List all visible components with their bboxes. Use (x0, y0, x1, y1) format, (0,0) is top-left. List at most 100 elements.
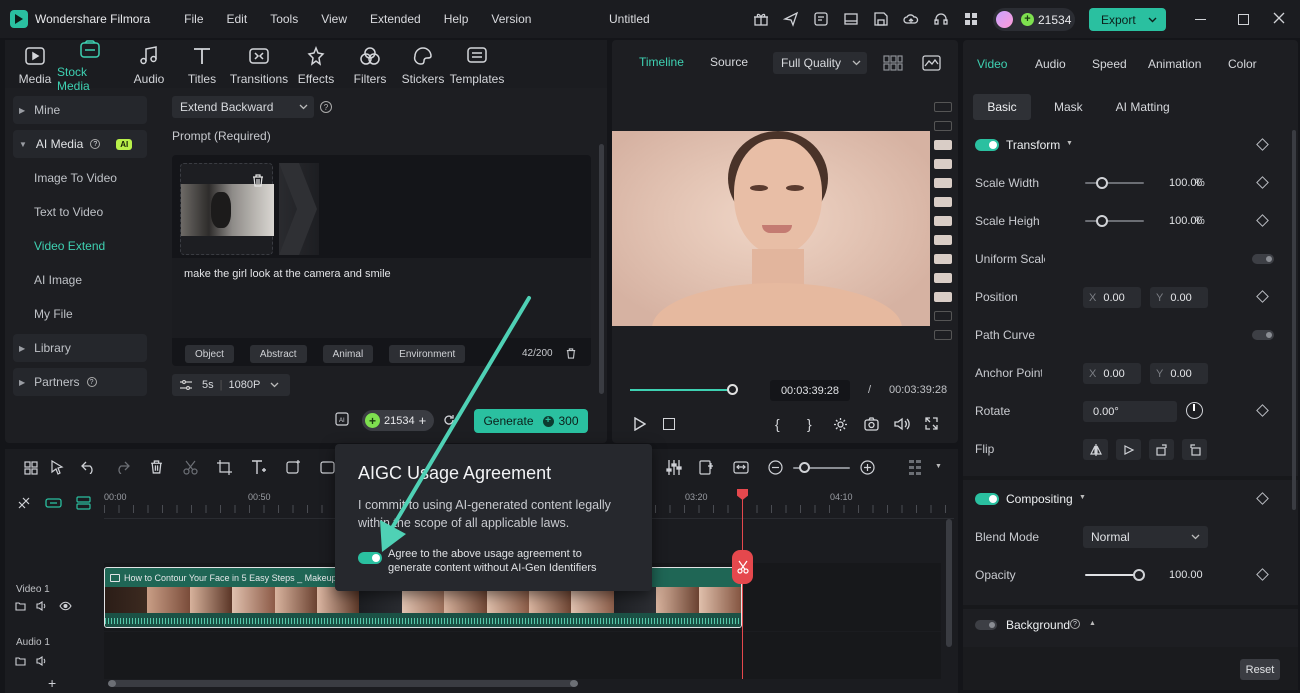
eye-icon[interactable] (59, 601, 72, 611)
clear-prompt-icon[interactable] (566, 348, 576, 359)
scale-height-slider[interactable] (1085, 215, 1144, 227)
subtab-basic[interactable]: Basic (973, 94, 1031, 120)
scissors-icon[interactable] (183, 460, 198, 475)
keyframe-diamond-icon[interactable] (1256, 492, 1269, 505)
position-x-field[interactable]: X 0.00 (1083, 287, 1141, 308)
close-icon[interactable] (1273, 12, 1285, 24)
menu-view[interactable]: View (321, 12, 347, 26)
anchor-x-field[interactable]: X 0.00 (1083, 363, 1141, 384)
tab-speed[interactable]: Speed (1092, 57, 1131, 71)
slider-knob[interactable] (1096, 215, 1108, 227)
source-video-thumbnail[interactable] (180, 163, 274, 255)
maximize-icon[interactable] (1238, 14, 1249, 25)
redo-icon[interactable] (115, 461, 130, 474)
sidebar-item-mine[interactable]: ▶ Mine (13, 96, 147, 124)
zoom-out-icon[interactable] (768, 460, 783, 475)
template-icon[interactable] (812, 10, 830, 28)
tab-source[interactable]: Source (710, 55, 748, 69)
play-icon[interactable] (633, 417, 646, 431)
save-icon[interactable] (872, 10, 890, 28)
volume-icon[interactable] (36, 656, 48, 666)
snap-icon[interactable] (17, 496, 31, 510)
flip-vertical-icon[interactable] (1116, 439, 1141, 460)
current-time[interactable]: 00:03:39:28 (770, 380, 850, 401)
subtab-ai-matting[interactable]: AI Matting (1116, 100, 1170, 114)
multi-select-icon[interactable] (24, 461, 38, 475)
layout-options-icon[interactable] (908, 459, 924, 476)
properties-scrollbar[interactable] (1292, 130, 1296, 510)
folder-icon[interactable] (15, 656, 26, 666)
ai-tool-icon[interactable] (320, 460, 336, 475)
tab-stock-media[interactable]: Stock Media (57, 36, 123, 93)
sidebar-item-my-file[interactable]: My File (13, 300, 147, 328)
fullscreen-icon[interactable] (925, 417, 938, 430)
tab-media[interactable]: Media (13, 43, 57, 86)
menu-help[interactable]: Help (444, 12, 469, 26)
quality-select[interactable]: Full Quality (773, 52, 867, 74)
shape-tool-icon[interactable] (286, 460, 302, 475)
keyframe-diamond-icon[interactable] (1256, 568, 1269, 581)
folder-icon[interactable] (15, 601, 26, 611)
camera-icon[interactable] (864, 417, 879, 431)
tab-transitions[interactable]: Transitions (229, 43, 289, 86)
timeline-v-scrollbar[interactable] (946, 519, 952, 647)
scale-width-slider[interactable] (1085, 177, 1144, 189)
tab-audio-props[interactable]: Audio (1035, 57, 1092, 71)
opacity-slider[interactable] (1085, 569, 1145, 581)
grid-view-icon[interactable] (883, 55, 903, 71)
slider-knob[interactable] (799, 462, 810, 473)
sidebar-item-partners[interactable]: ▶ Partners ? (13, 368, 147, 396)
apps-grid-icon[interactable] (962, 10, 980, 28)
keyframe-diamond-icon[interactable] (1256, 176, 1269, 189)
flip-horizontal-icon[interactable] (1083, 439, 1108, 460)
playback-progress[interactable] (630, 384, 738, 395)
tab-color[interactable]: Color (1228, 57, 1257, 71)
track-settings-icon[interactable] (76, 496, 91, 510)
menu-file[interactable]: File (184, 12, 203, 26)
keyframe-diamond-icon[interactable] (1256, 290, 1269, 303)
slider-knob[interactable] (1133, 569, 1145, 581)
sidebar-item-image-to-video[interactable]: Image To Video (13, 164, 147, 192)
help-icon[interactable]: ? (1070, 619, 1080, 629)
tab-audio[interactable]: Audio (123, 43, 175, 86)
menu-extended[interactable]: Extended (370, 12, 421, 26)
tab-filters[interactable]: Filters (343, 43, 397, 86)
sidebar-item-library[interactable]: ▶ Library (13, 334, 147, 362)
zoom-in-icon[interactable] (860, 460, 875, 475)
help-icon[interactable]: ? (320, 101, 332, 113)
tab-timeline[interactable]: Timeline (639, 55, 684, 69)
mark-in-icon[interactable]: { (775, 416, 780, 432)
split-marker[interactable] (732, 550, 753, 584)
zoom-slider[interactable] (793, 462, 850, 473)
tab-animation[interactable]: Animation (1148, 57, 1228, 71)
layout-icon[interactable] (842, 10, 860, 28)
replace-icon[interactable] (733, 460, 749, 475)
cloud-upload-icon[interactable] (902, 10, 920, 28)
sidebar-item-text-to-video[interactable]: Text to Video (13, 198, 147, 226)
send-icon[interactable] (782, 10, 800, 28)
keyframe-diamond-icon[interactable] (1256, 214, 1269, 227)
delete-icon[interactable] (252, 174, 264, 187)
tab-stickers[interactable]: Stickers (397, 43, 449, 86)
audio-mixer-icon[interactable] (666, 460, 682, 475)
opacity-value[interactable]: 100.00 (1169, 569, 1203, 581)
delete-icon[interactable] (150, 460, 163, 474)
caret-up-icon[interactable]: ▲ (1089, 620, 1096, 627)
render-settings-icon[interactable] (833, 417, 848, 432)
slider-knob[interactable] (1096, 177, 1108, 189)
anchor-y-field[interactable]: Y 0.00 (1150, 363, 1208, 384)
subtab-mask[interactable]: Mask (1054, 100, 1083, 114)
sidebar-item-ai-image[interactable]: AI Image (13, 266, 147, 294)
tab-effects[interactable]: Effects (289, 43, 343, 86)
caret-down-icon[interactable]: ▼ (1079, 494, 1086, 501)
tag-object[interactable]: Object (185, 345, 234, 363)
tab-titles[interactable]: Titles (175, 43, 229, 86)
rotate-field[interactable]: 0.00° (1083, 401, 1177, 422)
sidebar-item-video-extend[interactable]: Video Extend (13, 232, 147, 260)
text-tool-icon[interactable] (251, 460, 267, 475)
tag-abstract[interactable]: Abstract (249, 345, 307, 363)
rotate-right-icon[interactable] (1149, 439, 1174, 460)
link-icon[interactable] (45, 497, 62, 509)
blend-mode-select[interactable]: Normal (1083, 526, 1208, 548)
export-button[interactable]: Export (1089, 8, 1166, 31)
